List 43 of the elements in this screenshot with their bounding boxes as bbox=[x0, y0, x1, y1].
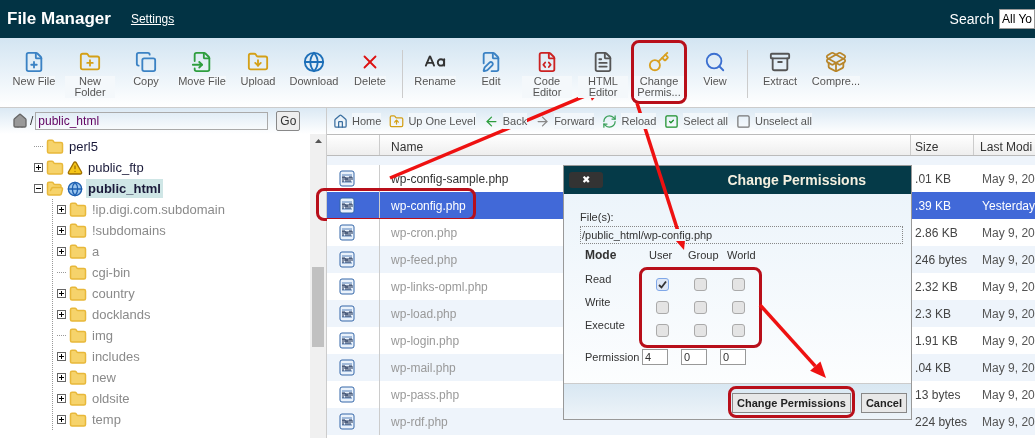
modified-date: May 9, 20 bbox=[981, 359, 1035, 377]
file-size: 13 bytes bbox=[914, 386, 962, 404]
file-size: 2.86 KB bbox=[914, 224, 959, 242]
dialog-title: Change Permissions bbox=[727, 170, 866, 190]
file-size: 1.91 KB bbox=[914, 332, 959, 350]
file-name: wp-pass.php bbox=[391, 387, 460, 402]
modified-date: May 9, 20 bbox=[981, 413, 1035, 431]
file-size: 2.3 KB bbox=[914, 305, 953, 323]
file-path: /public_html/wp-config.php bbox=[582, 228, 713, 241]
file-size: 246 bytes bbox=[914, 251, 969, 269]
modified-date: May 9, 20 bbox=[981, 170, 1035, 188]
file-name: wp-load.php bbox=[391, 306, 457, 321]
file-size: 2.32 KB bbox=[914, 278, 959, 296]
file-size: .04 KB bbox=[914, 359, 953, 377]
file-name: wp-rdf.php bbox=[391, 414, 448, 429]
file-name: wp-feed.php bbox=[391, 252, 458, 267]
mode-label: Mode bbox=[584, 247, 618, 264]
file-name: wp-links-opml.php bbox=[391, 279, 488, 294]
modified-date: May 9, 20 bbox=[981, 305, 1035, 323]
mode-name: Read bbox=[585, 272, 613, 287]
path-separator: / bbox=[30, 113, 34, 130]
modified-date: May 9, 20 bbox=[981, 386, 1035, 404]
modified-date: May 9, 20 bbox=[981, 251, 1035, 269]
permission-label: Permission bbox=[584, 350, 641, 365]
file-name: wp-login.php bbox=[391, 333, 460, 348]
column-label: Group bbox=[687, 247, 720, 263]
modified-date: May 9, 20 bbox=[981, 278, 1035, 296]
modified-date: May 9, 20 bbox=[981, 332, 1035, 350]
modified-date: May 9, 20 bbox=[981, 224, 1035, 242]
file-name: wp-config-sample.php bbox=[391, 171, 509, 186]
mode-name: Execute bbox=[585, 318, 626, 333]
column-label: World bbox=[726, 247, 757, 263]
file-name: wp-cron.php bbox=[391, 225, 458, 240]
file-size: 224 bytes bbox=[914, 413, 969, 431]
search-label: Search bbox=[949, 9, 994, 29]
file-name: wp-mail.php bbox=[391, 360, 456, 375]
column-label: User bbox=[648, 247, 674, 263]
file-name: wp-config.php bbox=[391, 198, 466, 213]
mode-name: Write bbox=[585, 295, 612, 310]
file-size: .01 KB bbox=[914, 170, 953, 188]
app-title: File Manager bbox=[7, 8, 111, 31]
file-size: .39 KB bbox=[914, 197, 953, 215]
modified-date: Yesterday bbox=[981, 197, 1035, 215]
